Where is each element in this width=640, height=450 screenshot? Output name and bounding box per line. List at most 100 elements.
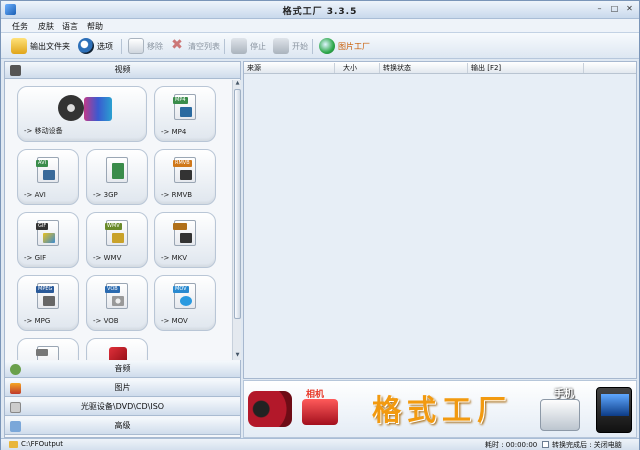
- mpg-file-icon: MPEG: [36, 283, 59, 309]
- toolbar-divider: [224, 39, 225, 54]
- start-button[interactable]: 开始: [273, 37, 308, 55]
- category-rom-device[interactable]: 光驱设备\DVD\CD\ISO: [5, 399, 240, 416]
- document-icon: [128, 38, 144, 54]
- flash-icon: [109, 347, 127, 360]
- column-output[interactable]: 输出 [F2]: [468, 63, 584, 73]
- output-folder-button[interactable]: 输出文件夹: [11, 37, 70, 55]
- film-reel-icon: [58, 95, 84, 121]
- clear-list-button[interactable]: ✖ 清空列表: [169, 37, 220, 55]
- picture-factory-icon: [319, 38, 335, 54]
- scroll-down-arrow-icon[interactable]: ▼: [234, 352, 241, 360]
- category-video[interactable]: 视频: [5, 62, 240, 79]
- tile-mov[interactable]: MOV -> MOV: [154, 275, 216, 331]
- file-preview: [112, 296, 124, 306]
- toolbar-divider: [312, 39, 313, 54]
- file-tag: AVI: [36, 160, 48, 167]
- scroll-up-arrow-icon[interactable]: ▲: [234, 80, 241, 88]
- clear-list-label: 清空列表: [188, 41, 220, 51]
- tile-label: -> AVI: [24, 191, 46, 199]
- options-gear-icon: [78, 38, 94, 54]
- tile-avi[interactable]: AVI -> AVI: [17, 149, 79, 205]
- file-preview: [180, 296, 192, 306]
- tile-label: -> 移动设备: [24, 127, 63, 135]
- tile-mp4[interactable]: MP4 -> MP4: [154, 86, 216, 142]
- file-preview: [112, 163, 124, 179]
- tile-mpg[interactable]: MPEG -> MPG: [17, 275, 79, 331]
- category-picture[interactable]: 图片: [5, 380, 240, 397]
- 3gp-file-icon: [106, 157, 128, 183]
- tile-wmv[interactable]: WMV -> WMV: [86, 212, 148, 268]
- folder-icon: [9, 441, 18, 448]
- column-source[interactable]: 来源: [247, 63, 335, 73]
- options-label: 选项: [97, 41, 113, 51]
- file-preview: [180, 233, 192, 243]
- remove-label: 移除: [147, 41, 163, 51]
- tile-rmvb[interactable]: RMVB -> RMVB: [154, 149, 216, 205]
- menu-task[interactable]: 任务: [12, 21, 28, 32]
- mobile-phone-icon: [84, 97, 112, 121]
- swf-file-icon: [36, 346, 59, 360]
- scrollbar-thumb[interactable]: [234, 89, 241, 319]
- feature-phone-icon: [540, 399, 580, 431]
- app-window: 格式工厂 3.3.5 – □ ✕ 任务 皮肤 语言 帮助 输出文件夹 选项 移除…: [0, 0, 640, 450]
- toolbar: 输出文件夹 选项 移除 ✖ 清空列表 停止 开始 图片工厂: [1, 33, 639, 59]
- remove-button[interactable]: 移除: [128, 37, 163, 55]
- after-convert-checkbox[interactable]: [542, 441, 549, 448]
- menu-help[interactable]: 帮助: [87, 21, 103, 32]
- tile-3gp[interactable]: -> 3GP: [86, 149, 148, 205]
- mp4-file-icon: MP4: [173, 94, 196, 120]
- file-preview: [180, 170, 192, 180]
- category-audio[interactable]: 音频: [5, 361, 240, 378]
- stop-button[interactable]: 停止: [231, 37, 266, 55]
- tile-vob[interactable]: VOB -> VOB: [86, 275, 148, 331]
- title-bar[interactable]: 格式工厂 3.3.5 – □ ✕: [1, 1, 639, 19]
- tile-mkv[interactable]: -> MKV: [154, 212, 216, 268]
- tile-label: -> MKV: [161, 254, 188, 262]
- tile-grid-scrollbar[interactable]: ▲ ▼: [232, 80, 241, 360]
- after-convert-label: 转换完成后 : 关闭电脑: [552, 441, 622, 449]
- column-status[interactable]: 转换状态: [380, 63, 468, 73]
- category-advanced[interactable]: 高级: [5, 418, 240, 435]
- tile-label: -> MOV: [161, 317, 188, 325]
- menu-bar: 任务 皮肤 语言 帮助: [1, 19, 639, 33]
- tile-swf[interactable]: [17, 338, 79, 360]
- tile-label: -> 3GP: [93, 191, 118, 199]
- file-preview: [43, 170, 55, 180]
- tile-label: -> MPG: [24, 317, 51, 325]
- tile-flv[interactable]: [86, 338, 148, 360]
- disc-drive-icon: [10, 402, 21, 413]
- file-tag: VOB: [105, 286, 120, 293]
- options-button[interactable]: 选项: [78, 37, 113, 55]
- picture-factory-button[interactable]: 图片工厂: [319, 37, 370, 55]
- file-preview: [112, 233, 124, 243]
- stop-icon: [231, 38, 247, 54]
- toolbar-divider: [121, 39, 122, 54]
- banner-phone-label: 手机: [554, 389, 574, 400]
- column-size[interactable]: 大小: [335, 63, 380, 73]
- tile-gif[interactable]: GIF -> GIF: [17, 212, 79, 268]
- output-path[interactable]: C:\FFOutput: [21, 440, 63, 448]
- minimize-button[interactable]: –: [594, 4, 605, 15]
- close-button[interactable]: ✕: [624, 4, 635, 15]
- gif-file-icon: GIF: [36, 220, 59, 246]
- file-tag: RMVB: [173, 160, 192, 167]
- file-tag: MP4: [173, 97, 188, 104]
- film-icon: [10, 65, 21, 76]
- file-tag: GIF: [36, 223, 49, 230]
- file-tag: MPEG: [36, 286, 55, 293]
- category-advanced-label: 高级: [114, 421, 131, 430]
- camcorder-icon: [248, 391, 292, 427]
- file-preview: [180, 107, 192, 117]
- menu-skin[interactable]: 皮肤: [38, 21, 54, 32]
- mkv-file-icon: [173, 220, 196, 246]
- tile-label: -> VOB: [93, 317, 119, 325]
- tile-mobile-device[interactable]: -> 移动设备: [17, 86, 147, 142]
- function-panel: 视频 -> 移动设备 MP4 -> MP4 AVI -> AVI -> 3GP …: [4, 61, 241, 438]
- video-tile-grid: -> 移动设备 MP4 -> MP4 AVI -> AVI -> 3GP RMV…: [5, 80, 231, 360]
- menu-language[interactable]: 语言: [62, 21, 78, 32]
- music-note-icon: [10, 364, 21, 375]
- folder-icon: [11, 38, 27, 54]
- maximize-button[interactable]: □: [609, 4, 620, 15]
- file-tag: WMV: [105, 223, 122, 230]
- task-list[interactable]: 来源 大小 转换状态 输出 [F2]: [243, 61, 637, 379]
